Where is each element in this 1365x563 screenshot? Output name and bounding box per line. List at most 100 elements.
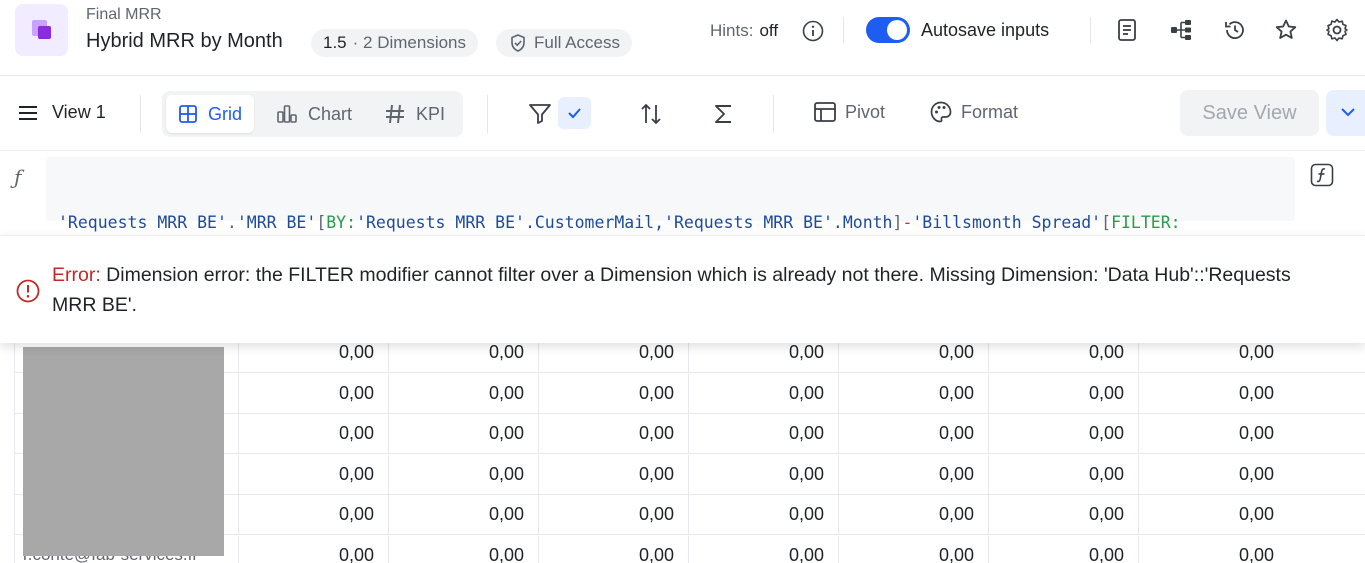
- grid-cell[interactable]: 0,00: [988, 373, 1138, 414]
- formula-line-1: 'Requests MRR BE'.'MRR BE'[BY:'Requests …: [58, 211, 1295, 235]
- star-icon[interactable]: [1273, 17, 1299, 43]
- grid-cell[interactable]: 0,00: [238, 373, 388, 414]
- hints-control[interactable]: Hints: off: [710, 20, 824, 42]
- grid-cell[interactable]: 0,00: [538, 414, 688, 454]
- grid-cell[interactable]: 0,00: [838, 535, 988, 563]
- chart-icon: [277, 105, 297, 123]
- formula-token: .: [226, 213, 237, 232]
- save-view-dropdown[interactable]: [1326, 90, 1365, 136]
- grid-cell[interactable]: 0,00: [988, 414, 1138, 454]
- grid-cell[interactable]: 0,00: [238, 454, 388, 495]
- toolbar-divider-2: [487, 95, 488, 133]
- grid-cell[interactable]: 0,00: [688, 414, 838, 454]
- formula-token: 'Requests MRR BE': [58, 213, 227, 232]
- error-description: Dimension error: the FILTER modifier can…: [52, 264, 1291, 316]
- hierarchy-icon[interactable]: [1168, 17, 1194, 43]
- page-title[interactable]: Hybrid MRR by Month: [86, 30, 283, 53]
- formula-token: BY:: [326, 213, 357, 232]
- format-button[interactable]: Format: [929, 100, 1018, 124]
- version-number: 1.5: [323, 33, 347, 52]
- grid-cell[interactable]: 0,00: [1138, 454, 1288, 495]
- app-logo-icon[interactable]: [15, 4, 68, 56]
- grid-cell[interactable]: 0,00: [238, 414, 388, 454]
- grid-cell[interactable]: 0,00: [538, 535, 688, 563]
- grid-cell[interactable]: 0,00: [238, 535, 388, 563]
- formula-token: [: [316, 213, 327, 232]
- shield-check-icon: [511, 34, 525, 52]
- page-subtitle: Final MRR: [86, 6, 162, 23]
- grid-cell[interactable]: 0,00: [538, 454, 688, 495]
- grid-cell[interactable]: 0,00: [388, 454, 538, 495]
- autosave-label: Autosave inputs: [921, 20, 1050, 40]
- tab-grid[interactable]: Grid: [166, 95, 255, 133]
- grid-cell[interactable]: 0,00: [838, 414, 988, 454]
- grid-cell[interactable]: 0,00: [988, 454, 1138, 495]
- tab-chart[interactable]: Chart: [264, 95, 364, 133]
- grid-cell[interactable]: 0,00: [538, 373, 688, 414]
- access-pill[interactable]: Full Access: [496, 29, 632, 57]
- formula-token: 'Billsmonth Spread': [912, 213, 1102, 232]
- grid-cell[interactable]: 0,00: [838, 454, 988, 495]
- dimensions-count: · 2 Dimensions: [352, 33, 467, 52]
- palette-icon: [930, 101, 952, 123]
- redacted-region: [23, 347, 224, 556]
- filter-icon[interactable]: [527, 101, 553, 127]
- grid-cell[interactable]: 0,00: [388, 495, 538, 535]
- grid-cell[interactable]: 0,00: [388, 414, 538, 454]
- grid-cell[interactable]: 0,00: [1138, 535, 1288, 563]
- grid-cell[interactable]: 0,00: [1138, 495, 1288, 535]
- hints-value: off: [759, 21, 779, 40]
- grid-cell[interactable]: 0,00: [688, 454, 838, 495]
- grid-cell[interactable]: 0,00: [688, 495, 838, 535]
- sort-icon[interactable]: [638, 101, 664, 127]
- grid-cell[interactable]: 0,00: [988, 535, 1138, 563]
- view-menu[interactable]: View 1: [18, 102, 106, 123]
- formula-token: [: [1101, 213, 1112, 232]
- grid-cell[interactable]: 0,00: [838, 495, 988, 535]
- formula-editor[interactable]: 'Requests MRR BE'.'MRR BE'[BY:'Requests …: [46, 157, 1295, 306]
- pivot-icon: [814, 102, 836, 122]
- gear-icon[interactable]: [1324, 17, 1350, 43]
- hash-icon: [386, 104, 404, 124]
- filter-dropdown-button[interactable]: [558, 97, 591, 129]
- grid-cell[interactable]: 0,00: [988, 495, 1138, 535]
- view-label: View 1: [52, 102, 106, 122]
- grid-cell[interactable]: 0,00: [688, 373, 838, 414]
- grid-icon: [179, 105, 197, 123]
- grid-cell[interactable]: 0,00: [238, 495, 388, 535]
- access-label: Full Access: [534, 33, 620, 52]
- grid-cell[interactable]: 0,00: [538, 495, 688, 535]
- autosave-toggle[interactable]: [866, 17, 910, 43]
- toolbar-divider-3: [773, 95, 774, 133]
- tab-kpi[interactable]: KPI: [372, 95, 457, 133]
- save-view-button[interactable]: Save View: [1180, 90, 1319, 136]
- header: Final MRR Hybrid MRR by Month 1.5 · 2 Di…: [0, 0, 1365, 76]
- pivot-button[interactable]: Pivot: [813, 100, 885, 124]
- grid-cell[interactable]: 0,00: [388, 373, 538, 414]
- grid-cell[interactable]: 0,00: [838, 373, 988, 414]
- grid-cell[interactable]: 0,00: [1138, 373, 1288, 414]
- formula-token: -: [902, 213, 913, 232]
- history-icon[interactable]: [1222, 17, 1248, 43]
- document-icon[interactable]: [1114, 17, 1140, 43]
- grid-cell[interactable]: 0,00: [1138, 414, 1288, 454]
- formula-function-button-icon[interactable]: [1310, 163, 1334, 187]
- view-type-switcher: Grid Chart KPI: [162, 91, 463, 137]
- tab-kpi-label: KPI: [416, 103, 446, 124]
- hints-label: Hints:: [710, 21, 754, 40]
- formula-token: FILTER:: [1111, 213, 1181, 232]
- check-icon: [568, 108, 581, 119]
- header-divider-2: [1090, 17, 1091, 43]
- toolbar: View 1 Grid Chart KPI Pivot Format Save …: [0, 77, 1365, 149]
- app-root: Final MRR Hybrid MRR by Month 1.5 · 2 Di…: [0, 0, 1365, 563]
- version-dimensions-pill[interactable]: 1.5 · 2 Dimensions: [311, 29, 479, 57]
- toolbar-divider: [140, 95, 141, 133]
- header-divider: [843, 17, 844, 43]
- sigma-icon[interactable]: [711, 101, 737, 127]
- menu-icon: [19, 105, 37, 120]
- grid-cell[interactable]: 0,00: [388, 535, 538, 563]
- grid-cell[interactable]: 0,00: [688, 535, 838, 563]
- formula-token: 'MRR BE': [236, 213, 317, 232]
- format-label: Format: [961, 101, 1019, 122]
- info-icon[interactable]: [802, 20, 824, 42]
